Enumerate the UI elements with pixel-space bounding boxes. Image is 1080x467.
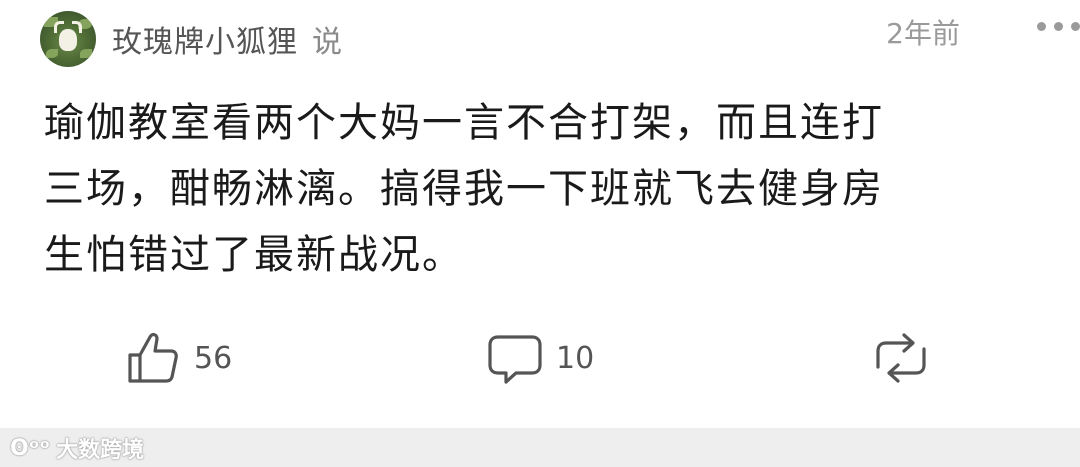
- comment-bubble-icon: [488, 335, 542, 384]
- watermark: ʘᵒᵒ 大数跨境: [10, 432, 144, 464]
- said-label: 说: [312, 25, 342, 60]
- avatar[interactable]: [40, 11, 96, 67]
- username[interactable]: 玫瑰牌小狐狸: [112, 17, 298, 61]
- comment-button[interactable]: 10: [486, 326, 594, 390]
- watermark-logo-icon: ʘᵒᵒ: [10, 435, 51, 461]
- repost-button[interactable]: [866, 326, 936, 390]
- thumbs-up-icon: [128, 332, 178, 383]
- watermark-text: 大数跨境: [56, 438, 145, 463]
- watermark-bar: ʘᵒᵒ 大数跨境: [0, 428, 1080, 467]
- action-bar: 56 10: [0, 326, 1080, 390]
- comment-count: 10: [556, 340, 595, 376]
- post-content: 瑜伽教室看两个大妈一言不合打架，而且连打 三场，酣畅淋漓。搞得我一下班就飞去健身…: [44, 100, 884, 278]
- post-time: 2年前: [886, 17, 960, 50]
- like-button[interactable]: 56: [124, 326, 232, 390]
- more-dots-icon[interactable]: [1037, 22, 1080, 31]
- like-count: 56: [194, 340, 233, 376]
- repost-icon: [876, 333, 926, 383]
